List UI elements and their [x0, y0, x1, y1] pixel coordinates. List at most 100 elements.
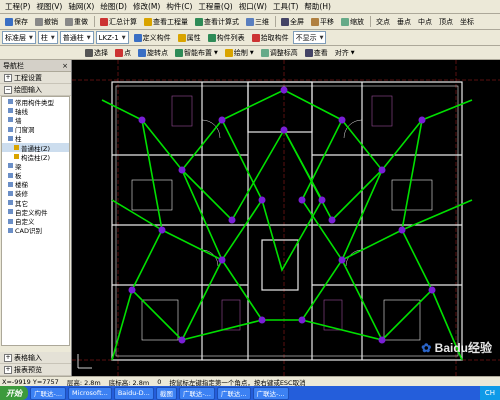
component-subtype-select[interactable]: 普通柱 ▼ — [59, 31, 94, 44]
pan-button[interactable]: 平移 — [308, 15, 337, 29]
menu-item-view[interactable]: 视图(V) — [33, 1, 65, 12]
tree-item[interactable]: 构造柱(Z) — [2, 152, 69, 162]
taskbar-item[interactable]: 截图 — [155, 386, 177, 400]
expand-icon: + — [4, 365, 12, 374]
adjust-elevation-button[interactable]: 调整标高 — [258, 46, 301, 59]
snap-intersection-button[interactable]: 交点 — [373, 15, 393, 29]
ucs-icon — [77, 354, 92, 369]
formula-icon — [195, 17, 203, 26]
display-select[interactable]: 不显示 ▼ — [292, 31, 327, 44]
align-button[interactable]: 对齐 ▼ — [332, 46, 358, 59]
floor-base-elevation: 底标高: 2.8m — [108, 378, 150, 387]
taskbar-item[interactable]: 广联达... — [216, 386, 251, 400]
folder-icon — [8, 126, 13, 132]
tree-item[interactable]: 轴线 — [2, 106, 69, 116]
menu-item-help[interactable]: 帮助(H) — [301, 1, 334, 12]
toolbar-divider — [94, 16, 95, 27]
save-button[interactable]: 保存 — [2, 15, 31, 29]
floor-select[interactable]: 标准层 ▼ — [2, 31, 36, 44]
view-formula-button[interactable]: 查看计算式 — [192, 15, 242, 29]
point-button[interactable]: 点 — [112, 46, 134, 59]
nav-header: 导航栏 × — [0, 60, 71, 72]
nav-title: 导航栏 — [3, 61, 24, 70]
tree-item[interactable]: CAD识别 — [2, 226, 69, 235]
nav-section-drawing-input[interactable]: − 绘图输入 — [0, 84, 71, 96]
select-button[interactable]: 选择 — [82, 46, 111, 59]
drawing-canvas[interactable]: ✿ Baidu经验 — [72, 60, 500, 376]
input-method-indicator[interactable]: CH — [485, 389, 495, 397]
component-list-button[interactable]: 构件列表 — [205, 31, 248, 45]
tree-item[interactable]: 装修 — [2, 189, 69, 198]
draw-button[interactable]: 绘制 ▼ — [222, 46, 257, 59]
smart-layout-button[interactable]: 智能布置 ▼ — [172, 46, 221, 59]
attribute-icon — [177, 33, 186, 42]
redo-button[interactable]: 重做 — [62, 15, 91, 29]
cube-icon — [246, 17, 254, 26]
tree-item[interactable]: 自定义构件 — [2, 207, 69, 217]
calculate-button[interactable]: 汇总计算 — [97, 15, 140, 29]
query-button[interactable]: 查看 — [302, 46, 331, 59]
taskbar-item[interactable]: 广联达-... — [30, 386, 67, 400]
taskbar-item[interactable]: 广联达-... — [178, 386, 215, 400]
pick-component-button[interactable]: 拾取构件 — [249, 31, 292, 45]
tree-item[interactable]: 常用构件类型 — [2, 97, 69, 107]
menu-item-component[interactable]: 构件(C) — [163, 1, 195, 12]
status-bar: X=-9919 Y=7757 层高: 2.8m 底标高: 2.8m 0 按鼠标左… — [0, 376, 500, 386]
menu-item-viewport[interactable]: 视口(W) — [236, 1, 270, 12]
watermark-logo: ✿ Baidu经验 — [421, 341, 492, 355]
snap-perpendicular-button[interactable]: 垂点 — [394, 15, 414, 29]
view-quantity-button[interactable]: 查看工程量 — [141, 15, 191, 29]
nav-section-report-preview[interactable]: + 报表预览 — [0, 364, 71, 376]
chevron-down-icon: ▼ — [249, 49, 254, 56]
column-icon — [14, 145, 19, 151]
tree-item[interactable]: 梁 — [2, 161, 69, 171]
define-icon — [133, 33, 142, 42]
menu-item-quantity[interactable]: 工程量(Q) — [195, 1, 235, 12]
collapse-icon: − — [4, 85, 12, 94]
zoom-button[interactable]: 缩放 — [338, 15, 367, 29]
quantity-icon — [144, 17, 152, 26]
menu-item-axis[interactable]: 轴网(X) — [65, 1, 97, 12]
define-component-button[interactable]: 定义构件 — [131, 31, 174, 45]
tree-item[interactable]: 楼梯 — [2, 180, 69, 189]
toolbar-main: 保存 撤销 重做 汇总计算 查看工程量 查看计算式 三维 全屏 平移 缩放 交点… — [0, 14, 500, 30]
system-tray: CH — [479, 386, 500, 400]
undo-button[interactable]: 撤销 — [32, 15, 61, 29]
start-button[interactable]: 开始 — [0, 386, 28, 400]
nav-section-table-input[interactable]: + 表格输入 — [0, 352, 71, 364]
folder-icon — [8, 163, 13, 169]
pencil-icon — [224, 48, 233, 57]
close-icon[interactable]: × — [62, 62, 68, 70]
save-icon — [5, 17, 13, 26]
folder-icon — [8, 218, 13, 224]
expand-icon: + — [4, 353, 12, 362]
component-name-select[interactable]: LKZ-1 ▼ — [95, 31, 129, 44]
chevron-down-icon: ▼ — [50, 34, 55, 41]
nav-section-project-settings[interactable]: + 工程设置 — [0, 72, 71, 84]
menu-item-project[interactable]: 工程(P) — [2, 1, 33, 12]
expand-icon: + — [4, 73, 12, 82]
attribute-button[interactable]: 属性 — [175, 31, 204, 45]
taskbar-item[interactable]: Microsoft... — [68, 386, 112, 400]
folder-icon — [8, 209, 13, 215]
taskbar-item[interactable]: Baidu-D... — [113, 386, 154, 400]
menu-item-modify[interactable]: 修改(M) — [130, 1, 163, 12]
snap-vertex-button[interactable]: 顶点 — [436, 15, 456, 29]
taskbar-item[interactable]: 广联达-... — [252, 386, 289, 400]
tree-item[interactable]: 板 — [2, 171, 69, 180]
tree-item[interactable]: 墙 — [2, 115, 69, 125]
3d-button[interactable]: 三维 — [243, 15, 272, 29]
windows-taskbar: 开始 广联达-... Microsoft... Baidu-D... 截图 广联… — [0, 386, 500, 400]
snap-coordinate-button[interactable]: 坐标 — [457, 15, 477, 29]
full-screen-button[interactable]: 全屏 — [278, 15, 307, 29]
toolbar-draw: 选择 点 旋转点 智能布置 ▼ 绘制 ▼ 调整标高 查看 对齐 ▼ — [0, 46, 500, 60]
tree-item[interactable]: 门窗洞 — [2, 125, 69, 134]
menu-item-tools[interactable]: 工具(T) — [270, 1, 301, 12]
component-type-select[interactable]: 柱 ▼ — [37, 31, 58, 44]
snap-midpoint-button[interactable]: 中点 — [415, 15, 435, 29]
rotate-point-button[interactable]: 旋转点 — [135, 46, 171, 59]
undo-icon — [35, 17, 43, 26]
menu-item-draw[interactable]: 绘图(D) — [97, 1, 130, 12]
chevron-down-icon: ▼ — [86, 34, 91, 41]
sigma-icon — [100, 17, 108, 26]
